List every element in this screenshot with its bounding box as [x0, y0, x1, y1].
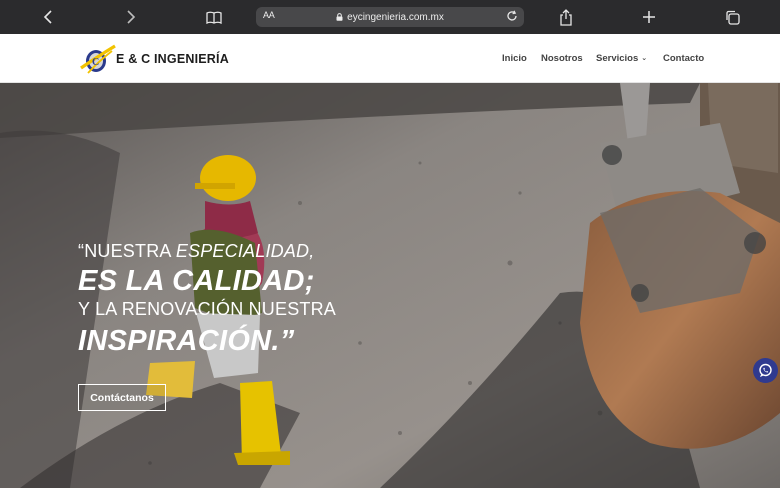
- address-bar[interactable]: AA eycingenieria.com.mx: [256, 7, 524, 27]
- url-text: eycingenieria.com.mx: [347, 11, 444, 23]
- nav-servicios-label: Servicios: [596, 53, 639, 64]
- bookmarks-icon[interactable]: [199, 0, 229, 34]
- back-icon[interactable]: [33, 0, 63, 34]
- hero-section: “NUESTRA ESPECIALIDAD, ES LA CALIDAD; Y …: [0, 83, 780, 488]
- text-size-button[interactable]: AA: [263, 10, 275, 20]
- logo-text[interactable]: E & C INGENIERÍA: [116, 52, 229, 66]
- site-header: C E & C INGENIERÍA Inicio Nosotros Servi…: [0, 34, 780, 83]
- hero-line-3: Y LA RENOVACIÓN NUESTRA: [78, 299, 336, 319]
- contact-button[interactable]: Contáctanos: [78, 384, 166, 411]
- tabs-icon[interactable]: [717, 0, 747, 34]
- forward-icon[interactable]: [116, 0, 146, 34]
- hero-line-4: INSPIRACIÓN.”: [78, 325, 295, 357]
- svg-text:C: C: [92, 57, 99, 68]
- chevron-down-icon: ⌄: [641, 55, 648, 62]
- nav-contacto[interactable]: Contacto: [663, 53, 704, 64]
- hero-line-1a: “NUESTRA: [78, 241, 176, 261]
- lock-icon: [336, 13, 343, 21]
- nav-nosotros[interactable]: Nosotros: [541, 53, 583, 64]
- share-icon[interactable]: [551, 0, 581, 34]
- whatsapp-icon[interactable]: [753, 358, 778, 383]
- hero-line-2: ES LA CALIDAD;: [78, 265, 315, 297]
- nav-inicio[interactable]: Inicio: [502, 53, 527, 64]
- reload-icon[interactable]: [506, 10, 518, 25]
- hero-line-1: “NUESTRA ESPECIALIDAD,: [78, 241, 314, 262]
- nav-servicios[interactable]: Servicios ⌄: [596, 53, 647, 64]
- new-tab-icon[interactable]: [634, 0, 664, 34]
- hero-line-1b: ESPECIALIDAD,: [175, 241, 315, 261]
- browser-toolbar: AA eycingenieria.com.mx: [0, 0, 780, 34]
- company-logo[interactable]: C: [79, 43, 117, 75]
